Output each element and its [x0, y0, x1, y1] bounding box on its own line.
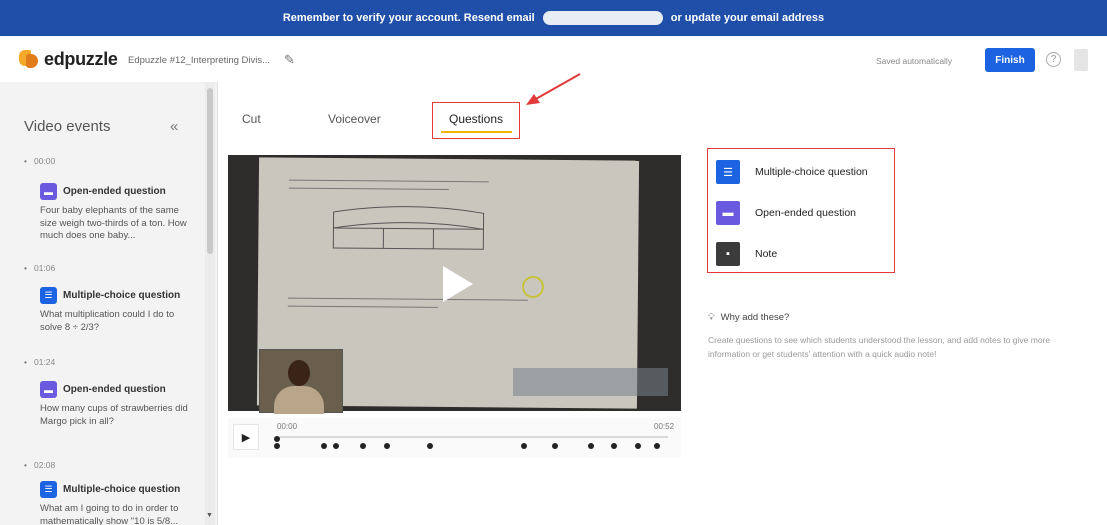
- avatar[interactable]: [1074, 49, 1088, 71]
- timeline-play-icon[interactable]: ▶: [233, 424, 259, 450]
- cursor-highlight: [522, 276, 544, 298]
- event-text: Four baby elephants of the same size wei…: [40, 205, 187, 241]
- timeline-event-marker[interactable]: [426, 443, 433, 449]
- event-time[interactable]: 02:08: [24, 460, 55, 470]
- questions-tab-highlight: [432, 102, 520, 139]
- event-card[interactable]: ▬ Open-ended question How many cups of s…: [40, 381, 192, 428]
- document-title[interactable]: Edpuzzle #12_Interpreting Divis...: [128, 55, 270, 66]
- event-time[interactable]: 01:06: [24, 263, 55, 273]
- edpuzzle-logo-icon: [18, 48, 40, 70]
- logo-text: edpuzzle: [44, 48, 118, 69]
- verify-account-banner: Remember to verify your account. Resend …: [0, 0, 1107, 36]
- video-events-sidebar: Video events « 00:00 ▬ Open-ended questi…: [0, 82, 218, 525]
- scroll-down-arrow-icon[interactable]: ▼: [206, 512, 213, 519]
- event-card[interactable]: ☰ Multiple-choice question What am I goi…: [40, 481, 192, 525]
- chat-icon: ▬: [40, 183, 57, 200]
- sidebar-title: Video events: [24, 118, 111, 135]
- add-note-button[interactable]: ▪ Note: [716, 242, 777, 266]
- event-text: How many cups of strawberries did Margo …: [40, 403, 188, 427]
- collapse-sidebar-icon[interactable]: «: [170, 118, 178, 135]
- timeline-event-marker[interactable]: [383, 443, 390, 449]
- add-multiple-choice-button[interactable]: ☰ Multiple-choice question: [716, 160, 868, 184]
- tab-voiceover[interactable]: Voiceover: [328, 112, 381, 126]
- why-title: Why add these?: [720, 312, 790, 323]
- finish-button[interactable]: Finish: [985, 48, 1035, 72]
- timeline-track[interactable]: [276, 436, 668, 438]
- edpuzzle-logo[interactable]: edpuzzle: [18, 48, 118, 70]
- list-icon: ☰: [716, 160, 740, 184]
- timeline-start-time: 00:00: [277, 422, 298, 431]
- event-type: Open-ended question: [63, 384, 166, 395]
- banner-text-before: Remember to verify your account. Resend …: [282, 12, 535, 24]
- timeline-event-marker[interactable]: [274, 436, 280, 442]
- question-type-label: Multiple-choice question: [755, 166, 868, 178]
- annotation-arrow-icon: [526, 73, 581, 105]
- event-time[interactable]: 01:24: [24, 357, 55, 367]
- timeline-end-time: 00:52: [654, 422, 675, 431]
- timeline-event-marker[interactable]: [520, 443, 527, 449]
- saved-status: Saved automatically: [876, 56, 953, 66]
- tab-cut[interactable]: Cut: [242, 112, 261, 126]
- chat-icon: ▬: [40, 381, 57, 398]
- why-description: Create questions to see which students u…: [708, 335, 1051, 359]
- note-icon: ▪: [716, 242, 740, 266]
- banner-text-after[interactable]: or update your email address: [671, 12, 824, 24]
- question-type-label: Note: [755, 248, 778, 260]
- event-time[interactable]: 00:00: [24, 156, 55, 166]
- edit-pencil-icon[interactable]: ✎: [284, 52, 295, 68]
- list-icon: ☰: [40, 481, 57, 498]
- lightbulb-icon: 💡︎: [708, 312, 715, 323]
- timeline-event-marker[interactable]: [332, 443, 339, 449]
- event-text: What am I going to do in order to mathem…: [40, 503, 179, 525]
- timeline-event-marker[interactable]: [634, 443, 641, 449]
- chat-icon: ▬: [716, 201, 740, 225]
- video-play-icon[interactable]: [443, 266, 473, 302]
- teacher-webcam-overlay: [259, 349, 343, 414]
- sidebar-scroll-thumb[interactable]: [207, 88, 213, 254]
- event-card[interactable]: ▬ Open-ended question Four baby elephant…: [40, 183, 192, 243]
- timeline-event-marker[interactable]: [321, 443, 328, 449]
- redacted-email: [542, 11, 663, 25]
- event-type: Open-ended question: [63, 186, 166, 197]
- event-text: What multiplication could I do to solve …: [40, 309, 175, 333]
- event-type: Multiple-choice question: [63, 484, 181, 495]
- question-type-label: Open-ended question: [755, 207, 856, 219]
- event-card[interactable]: ☰ Multiple-choice question What multipli…: [40, 287, 192, 334]
- add-open-ended-button[interactable]: ▬ Open-ended question: [716, 201, 856, 225]
- list-icon: ☰: [40, 287, 57, 304]
- why-add-these[interactable]: 💡︎ Why add these?: [708, 312, 789, 323]
- timeline-event-marker[interactable]: [587, 443, 594, 449]
- timeline-event-marker[interactable]: [274, 443, 280, 449]
- event-type: Multiple-choice question: [63, 290, 181, 301]
- embedded-video-controls: [513, 368, 668, 396]
- help-icon[interactable]: ?: [1046, 52, 1061, 67]
